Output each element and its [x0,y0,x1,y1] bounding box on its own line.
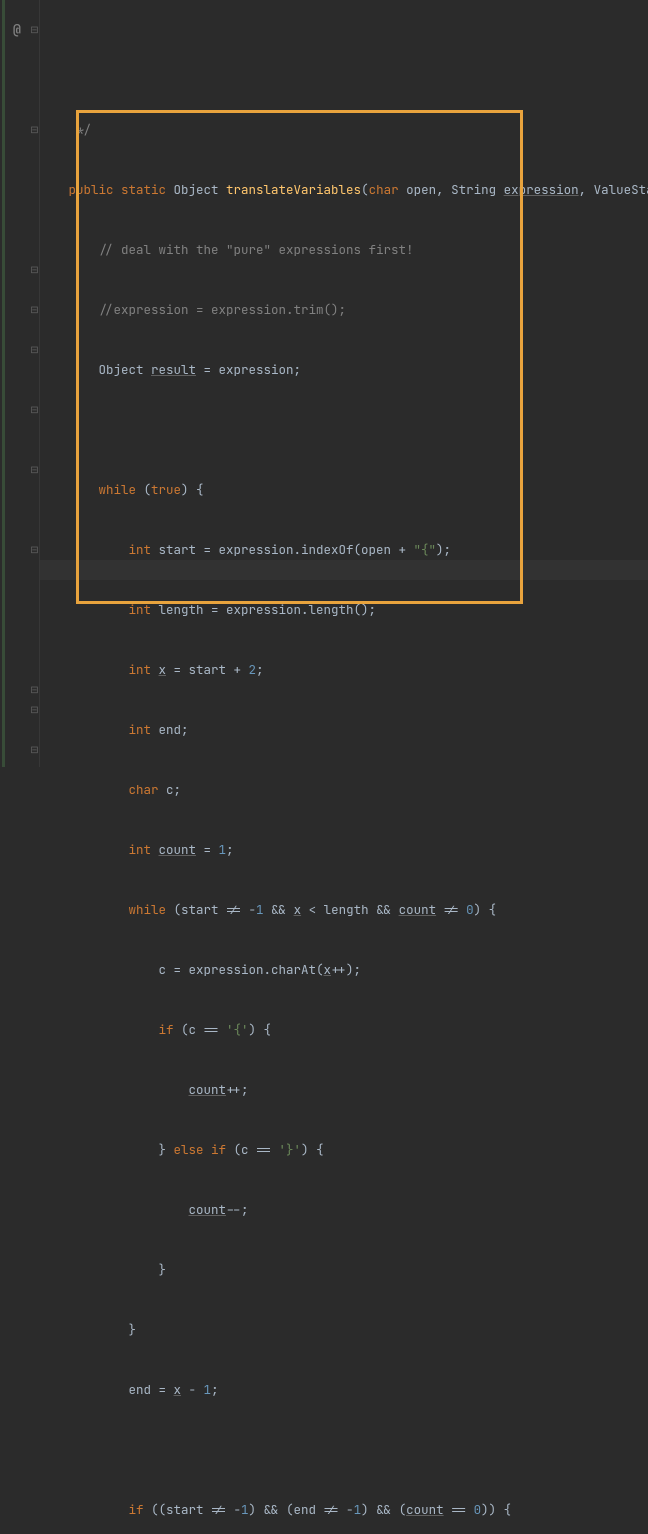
fold-icon[interactable]: ⊟ [30,685,39,694]
fold-icon[interactable]: ⊟ [30,545,39,554]
fold-icon[interactable]: ⊟ [30,745,39,754]
override-marker[interactable]: @ [13,20,21,40]
fold-icon[interactable]: ⊟ [30,305,39,314]
fold-icon[interactable]: ⊟ [30,345,39,354]
fold-icon[interactable]: ⊟ [30,25,39,34]
fold-icon[interactable]: ⊟ [30,405,39,414]
code-line: } else if (c == '}') { [46,1140,648,1160]
code-line: char c; [46,780,648,800]
code-line: c = expression.charAt(x++); [46,960,648,980]
code-line: if ((start != -1) && (end != -1) && (cou… [46,1500,648,1520]
fold-icon[interactable]: ⊟ [30,465,39,474]
code-line: count++; [46,1080,648,1100]
code-line: int end; [46,720,648,740]
code-line: } [46,1260,648,1280]
code-line: int x = start + 2; [46,660,648,680]
code-line: while (start != -1 && x < length && coun… [46,900,648,920]
blank-line [46,1440,648,1460]
code-line: int count = 1; [46,840,648,860]
highlight-box [76,110,523,604]
fold-icon[interactable]: ⊟ [30,705,39,714]
code-area[interactable]: */ public static Object translateVariabl… [40,0,648,767]
fold-icon[interactable]: ⊟ [30,265,39,274]
fold-icon[interactable]: ⊟ [30,125,39,134]
code-editor[interactable]: @ ⊟ ⊟ ⊟ ⊟ ⊟ ⊟ ⊟ ⊟ ⊟ ⊟ ⊟ */ public static… [0,0,648,767]
code-line: } [46,1320,648,1340]
code-line: end = x - 1; [46,1380,648,1400]
code-line: if (c == '{') { [46,1020,648,1040]
gutter: @ ⊟ ⊟ ⊟ ⊟ ⊟ ⊟ ⊟ ⊟ ⊟ ⊟ ⊟ [0,0,40,767]
vcs-change-bar [2,0,5,767]
code-line: count--; [46,1200,648,1220]
